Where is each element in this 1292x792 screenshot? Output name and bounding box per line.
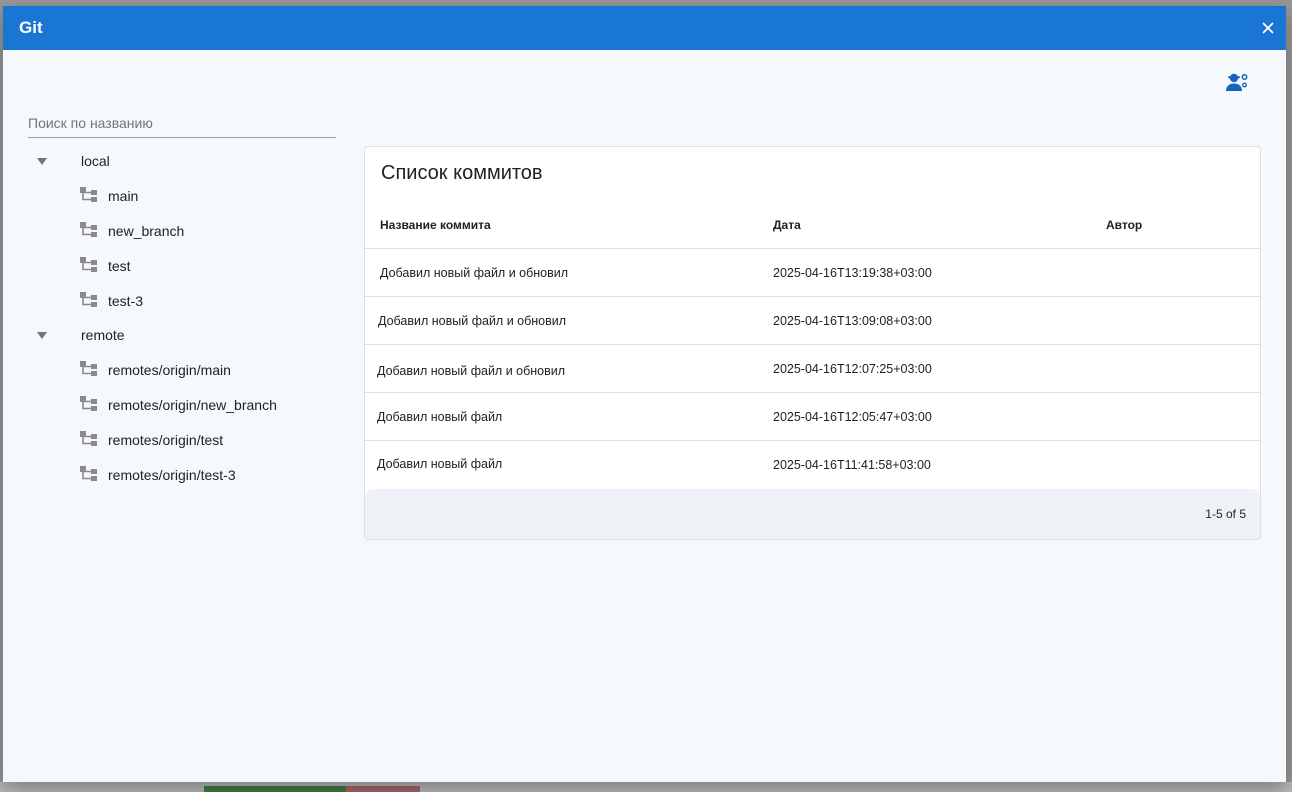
branch-icon <box>80 222 97 237</box>
tree-branch-main[interactable]: main <box>28 178 338 213</box>
tree-branch-label: remotes/origin/test-3 <box>108 466 236 483</box>
branch-icon <box>80 361 97 376</box>
dialog-titlebar: Git <box>3 6 1286 50</box>
git-dialog: Git local main new_branch test <box>3 6 1286 782</box>
branch-icon <box>80 292 97 307</box>
commit-name: Добавил новый файл <box>377 457 503 471</box>
dialog-title: Git <box>19 18 43 37</box>
tree-branch-label: remotes/origin/main <box>108 361 231 378</box>
commit-date: 2025-04-16T13:09:08+03:00 <box>773 314 932 328</box>
tree-branch-label: main <box>108 187 139 204</box>
branch-tree: local main new_branch test test-3 remote… <box>28 144 338 492</box>
tree-group-remote[interactable]: remote <box>28 318 338 352</box>
tree-branch-test-3[interactable]: test-3 <box>28 283 338 318</box>
tree-branch-remotes-origin-new-branch[interactable]: remotes/origin/new_branch <box>28 387 338 422</box>
branch-icon <box>80 396 97 411</box>
tree-branch-remotes-origin-main[interactable]: remotes/origin/main <box>28 352 338 387</box>
tree-group-local[interactable]: local <box>28 144 338 178</box>
tree-branch-label: test <box>108 257 131 274</box>
background-app-strip <box>0 782 1292 792</box>
tree-group-label: remote <box>81 327 125 343</box>
commit-name: Добавил новый файл <box>377 410 503 424</box>
tree-branch-remotes-origin-test-3[interactable]: remotes/origin/test-3 <box>28 457 338 492</box>
branch-icon <box>80 257 97 272</box>
tree-branch-remotes-origin-test[interactable]: remotes/origin/test <box>28 422 338 457</box>
commits-card: Список коммитов Название коммита Дата Ав… <box>364 146 1261 540</box>
commits-title: Список коммитов <box>381 162 543 184</box>
commit-date: 2025-04-16T11:41:58+03:00 <box>773 458 931 472</box>
table-header: Название коммита Дата Автор <box>365 201 1260 249</box>
table-row[interactable]: Добавил новый файл и обновил 2025-04-16T… <box>365 297 1260 345</box>
table-row[interactable]: Добавил новый файл и обновил 2025-04-16T… <box>365 249 1260 297</box>
table-footer: 1-5 of 5 <box>365 489 1260 539</box>
tree-branch-new-branch[interactable]: new_branch <box>28 213 338 248</box>
commit-name: Добавил новый файл и обновил <box>377 364 566 378</box>
branch-icon <box>80 466 97 481</box>
collapse-arrow-icon[interactable] <box>36 330 48 340</box>
table-row[interactable]: Добавил новый файл и обновил 2025-04-16T… <box>365 345 1260 393</box>
close-icon[interactable] <box>1258 18 1278 38</box>
tree-branch-label: remotes/origin/new_branch <box>108 396 277 413</box>
table-row[interactable]: Добавил новый файл 2025-04-16T11:41:58+0… <box>365 441 1260 489</box>
column-header-name[interactable]: Название коммита <box>380 218 491 232</box>
user-settings-icon[interactable] <box>1224 70 1250 96</box>
commit-name: Добавил новый файл и обновил <box>378 314 567 328</box>
branch-icon <box>80 431 97 446</box>
column-header-author[interactable]: Автор <box>1106 218 1142 232</box>
background-green-block <box>204 786 346 792</box>
tree-branch-test[interactable]: test <box>28 248 338 283</box>
background-red-block <box>346 786 420 792</box>
commit-date: 2025-04-16T13:19:38+03:00 <box>773 266 932 280</box>
pagination-text: 1-5 of 5 <box>1205 507 1246 521</box>
commit-name: Добавил новый файл и обновил <box>380 266 569 280</box>
tree-group-label: local <box>81 153 110 169</box>
column-header-date[interactable]: Дата <box>773 218 801 232</box>
commit-date: 2025-04-16T12:05:47+03:00 <box>773 410 932 424</box>
tree-branch-label: remotes/origin/test <box>108 431 224 448</box>
commit-date: 2025-04-16T12:07:25+03:00 <box>773 362 932 376</box>
tree-branch-label: test-3 <box>108 292 144 309</box>
search-input[interactable] <box>28 108 336 138</box>
table-row[interactable]: Добавил новый файл 2025-04-16T12:05:47+0… <box>365 393 1260 441</box>
collapse-arrow-icon[interactable] <box>36 156 48 166</box>
tree-branch-label: new_branch <box>108 222 185 239</box>
branch-icon <box>80 187 97 202</box>
